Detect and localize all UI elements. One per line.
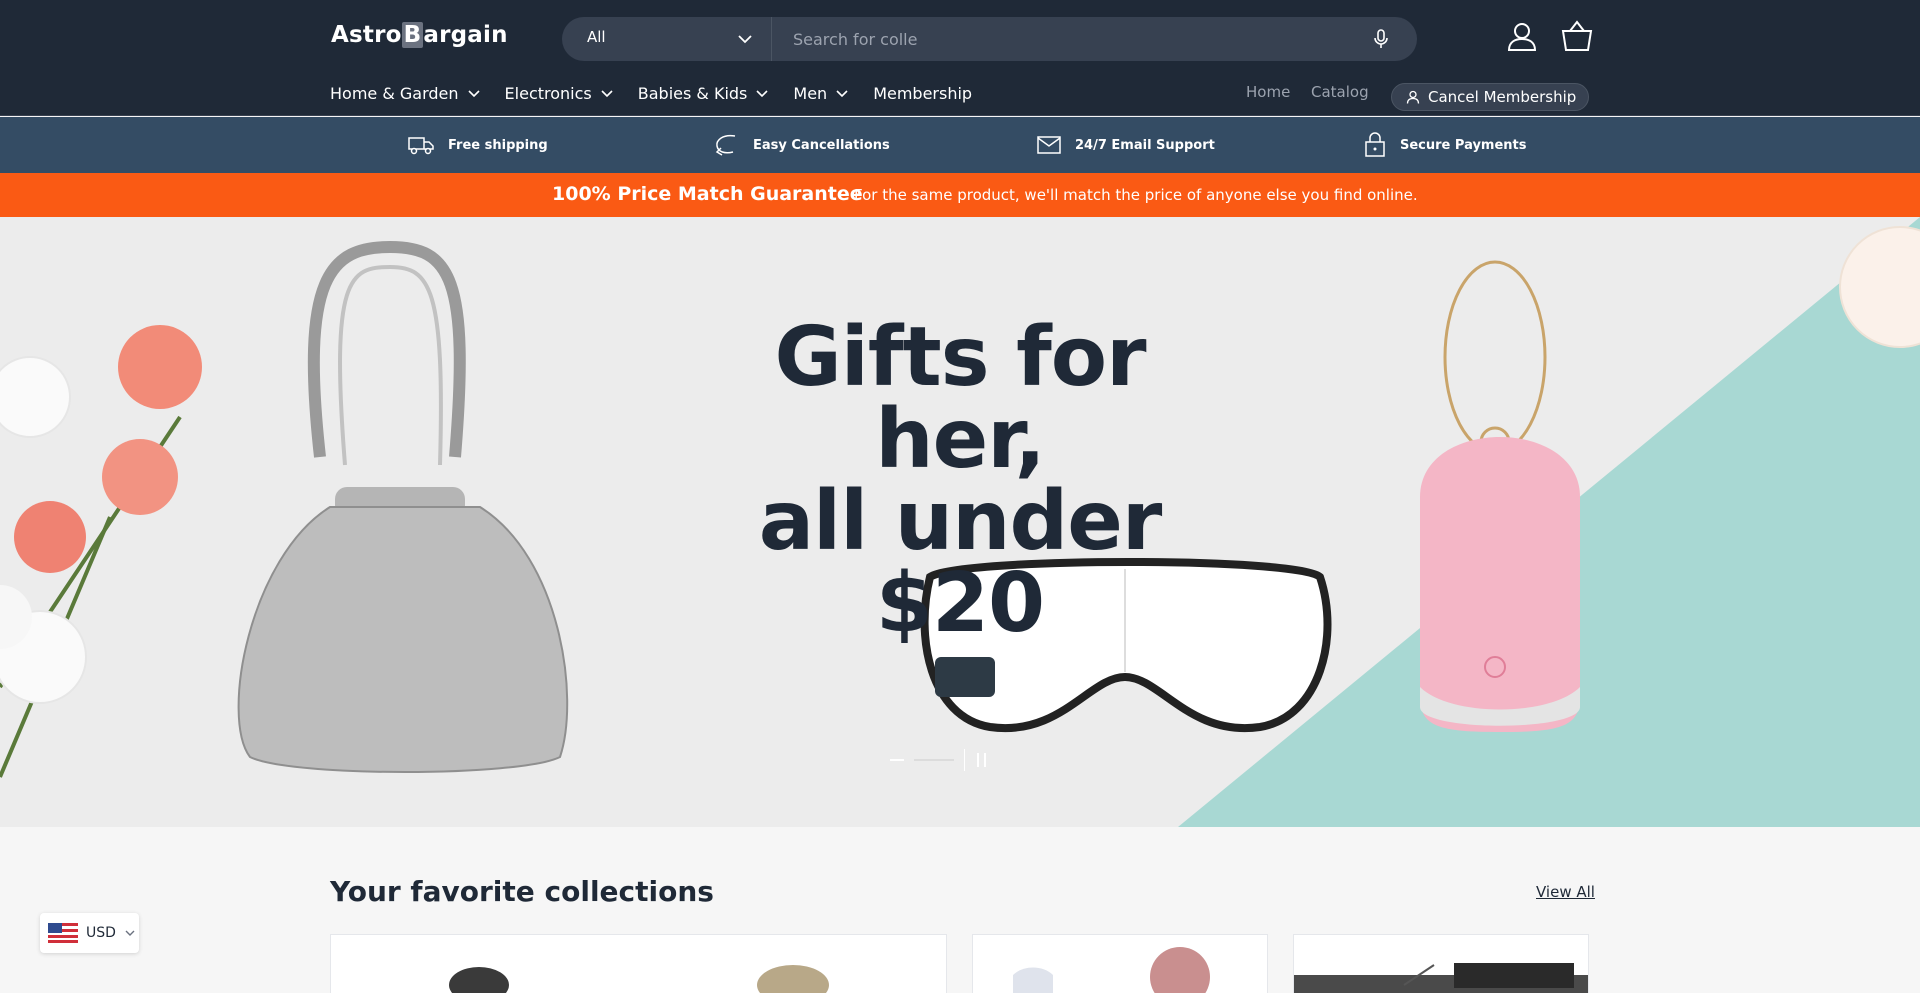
slide-dot-2[interactable] xyxy=(914,759,954,761)
nav-item-membership[interactable]: Membership xyxy=(873,84,972,103)
collection-image xyxy=(449,965,829,993)
lock-icon xyxy=(1365,132,1385,157)
chevron-down-icon xyxy=(601,89,613,97)
search-bar: All xyxy=(562,17,1417,61)
chevron-down-icon xyxy=(738,35,752,44)
facial-cleanser-illustration xyxy=(1420,437,1580,732)
site-header: AstroBargain All Home & Garden Electroni… xyxy=(0,0,1920,116)
price-match-banner: 100% Price Match Guarantee For the same … xyxy=(0,173,1920,217)
truck-icon xyxy=(408,137,434,155)
slider-divider xyxy=(964,749,965,771)
site-logo[interactable]: AstroBargain xyxy=(331,22,508,48)
account-icon[interactable] xyxy=(1506,20,1538,52)
collection-card[interactable] xyxy=(972,934,1268,993)
currency-selector[interactable]: USD xyxy=(40,913,139,953)
pause-icon[interactable] xyxy=(975,752,989,768)
features-bar: Free shipping Easy Cancellations 24/7 Em… xyxy=(0,117,1920,173)
nav-item-electronics[interactable]: Electronics xyxy=(505,84,614,103)
banner-title: 100% Price Match Guarantee xyxy=(552,183,863,205)
chevron-down-icon xyxy=(125,930,135,936)
user-icon xyxy=(1406,90,1420,104)
bracelet-illustration xyxy=(1443,260,1547,458)
collection-card[interactable] xyxy=(1293,934,1589,993)
collection-card[interactable] xyxy=(330,934,947,993)
microphone-icon[interactable] xyxy=(1371,28,1391,50)
feature-secure-payments: Secure Payments xyxy=(1364,117,1527,173)
nav-item-babies-kids[interactable]: Babies & Kids xyxy=(638,84,770,103)
nav-link-catalog[interactable]: Catalog xyxy=(1311,83,1369,101)
view-all-link[interactable]: View All xyxy=(1536,883,1595,901)
banner-text: For the same product, we'll match the pr… xyxy=(854,186,1418,204)
collections-title: Your favorite collections xyxy=(330,875,714,908)
feature-easy-cancellations: Easy Cancellations xyxy=(713,117,890,173)
us-flag-icon xyxy=(48,923,78,943)
nav-item-home-garden[interactable]: Home & Garden xyxy=(330,84,481,103)
flowers-left-illustration xyxy=(0,325,202,778)
collection-image xyxy=(1294,963,1588,993)
search-input[interactable] xyxy=(773,17,1333,61)
hero-headline: Gifts for her, all under $20 xyxy=(758,310,1163,651)
chevron-down-icon xyxy=(467,89,480,97)
cancel-membership-button[interactable]: Cancel Membership xyxy=(1391,83,1589,111)
slide-dot-1[interactable] xyxy=(890,759,904,761)
main-nav: Home & Garden Electronics Babies & Kids … xyxy=(330,84,996,103)
nav-link-home[interactable]: Home xyxy=(1246,83,1290,101)
hero-slideshow[interactable]: Gifts for her, all under $20 xyxy=(0,217,1920,827)
purse-illustration xyxy=(237,240,569,773)
return-arrow-icon xyxy=(715,134,736,156)
feature-email-support: 24/7 Email Support xyxy=(1037,117,1215,173)
envelope-icon xyxy=(1037,136,1061,154)
feature-free-shipping: Free shipping xyxy=(408,117,548,173)
nav-item-men[interactable]: Men xyxy=(793,84,849,103)
collection-image xyxy=(1013,947,1210,993)
search-category-select[interactable]: All xyxy=(562,17,772,61)
chevron-down-icon xyxy=(756,89,768,97)
slideshow-controls xyxy=(890,749,989,771)
chevron-down-icon xyxy=(836,89,848,97)
cart-basket-icon[interactable] xyxy=(1560,20,1594,52)
